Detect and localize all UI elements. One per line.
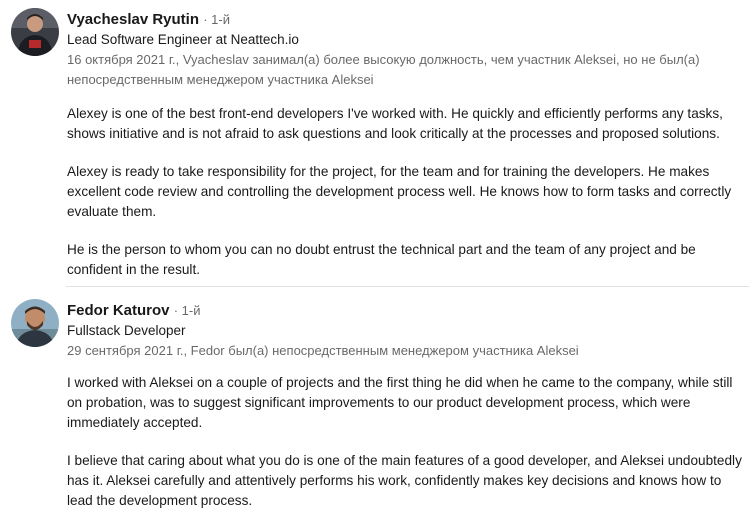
recommendation-meta: 29 сентября 2021 г., Fedor был(а) непоср… <box>67 343 579 358</box>
paragraph: I believe that caring about what you do … <box>67 453 742 508</box>
recommender-headline: Lead Software Engineer at Neattech.io <box>67 32 299 47</box>
connection-degree: · 1-й <box>173 303 201 318</box>
paragraph: I worked with Aleksei on a couple of pro… <box>67 375 733 430</box>
avatar[interactable] <box>11 299 59 347</box>
recommender-name[interactable]: Fedor Katurov <box>67 302 170 319</box>
recommendation-meta: 16 октября 2021 г., Vyacheslav занимал(а… <box>67 52 700 87</box>
recommender-name[interactable]: Vyacheslav Ryutin <box>67 11 199 28</box>
recommendation-item: Vyacheslav Ryutin · 1-й Lead Software En… <box>0 0 749 287</box>
paragraph: He is the person to whom you can no doub… <box>67 242 696 277</box>
recommender-headline: Fullstack Developer <box>67 323 186 338</box>
avatar-photo-icon <box>11 8 59 56</box>
paragraph: Alexey is ready to take responsibility f… <box>67 164 732 219</box>
name-line: Fedor Katurov · 1-й <box>67 301 741 321</box>
recommender-header: Vyacheslav Ryutin · 1-й Lead Software En… <box>67 10 741 90</box>
name-line: Vyacheslav Ryutin · 1-й <box>67 10 741 30</box>
recommendation-text: Alexey is one of the best front-end deve… <box>67 104 743 280</box>
connection-degree: · 1-й <box>203 12 230 27</box>
recommendation-item: Fedor Katurov · 1-й Fullstack Developer … <box>0 288 749 517</box>
recommendation-text: I worked with Aleksei on a couple of pro… <box>67 373 743 511</box>
avatar[interactable] <box>11 8 59 56</box>
recommender-header: Fedor Katurov · 1-й Fullstack Developer … <box>67 301 741 361</box>
paragraph: Alexey is one of the best front-end deve… <box>67 106 723 141</box>
avatar-photo-icon <box>11 299 59 347</box>
divider <box>66 286 749 287</box>
